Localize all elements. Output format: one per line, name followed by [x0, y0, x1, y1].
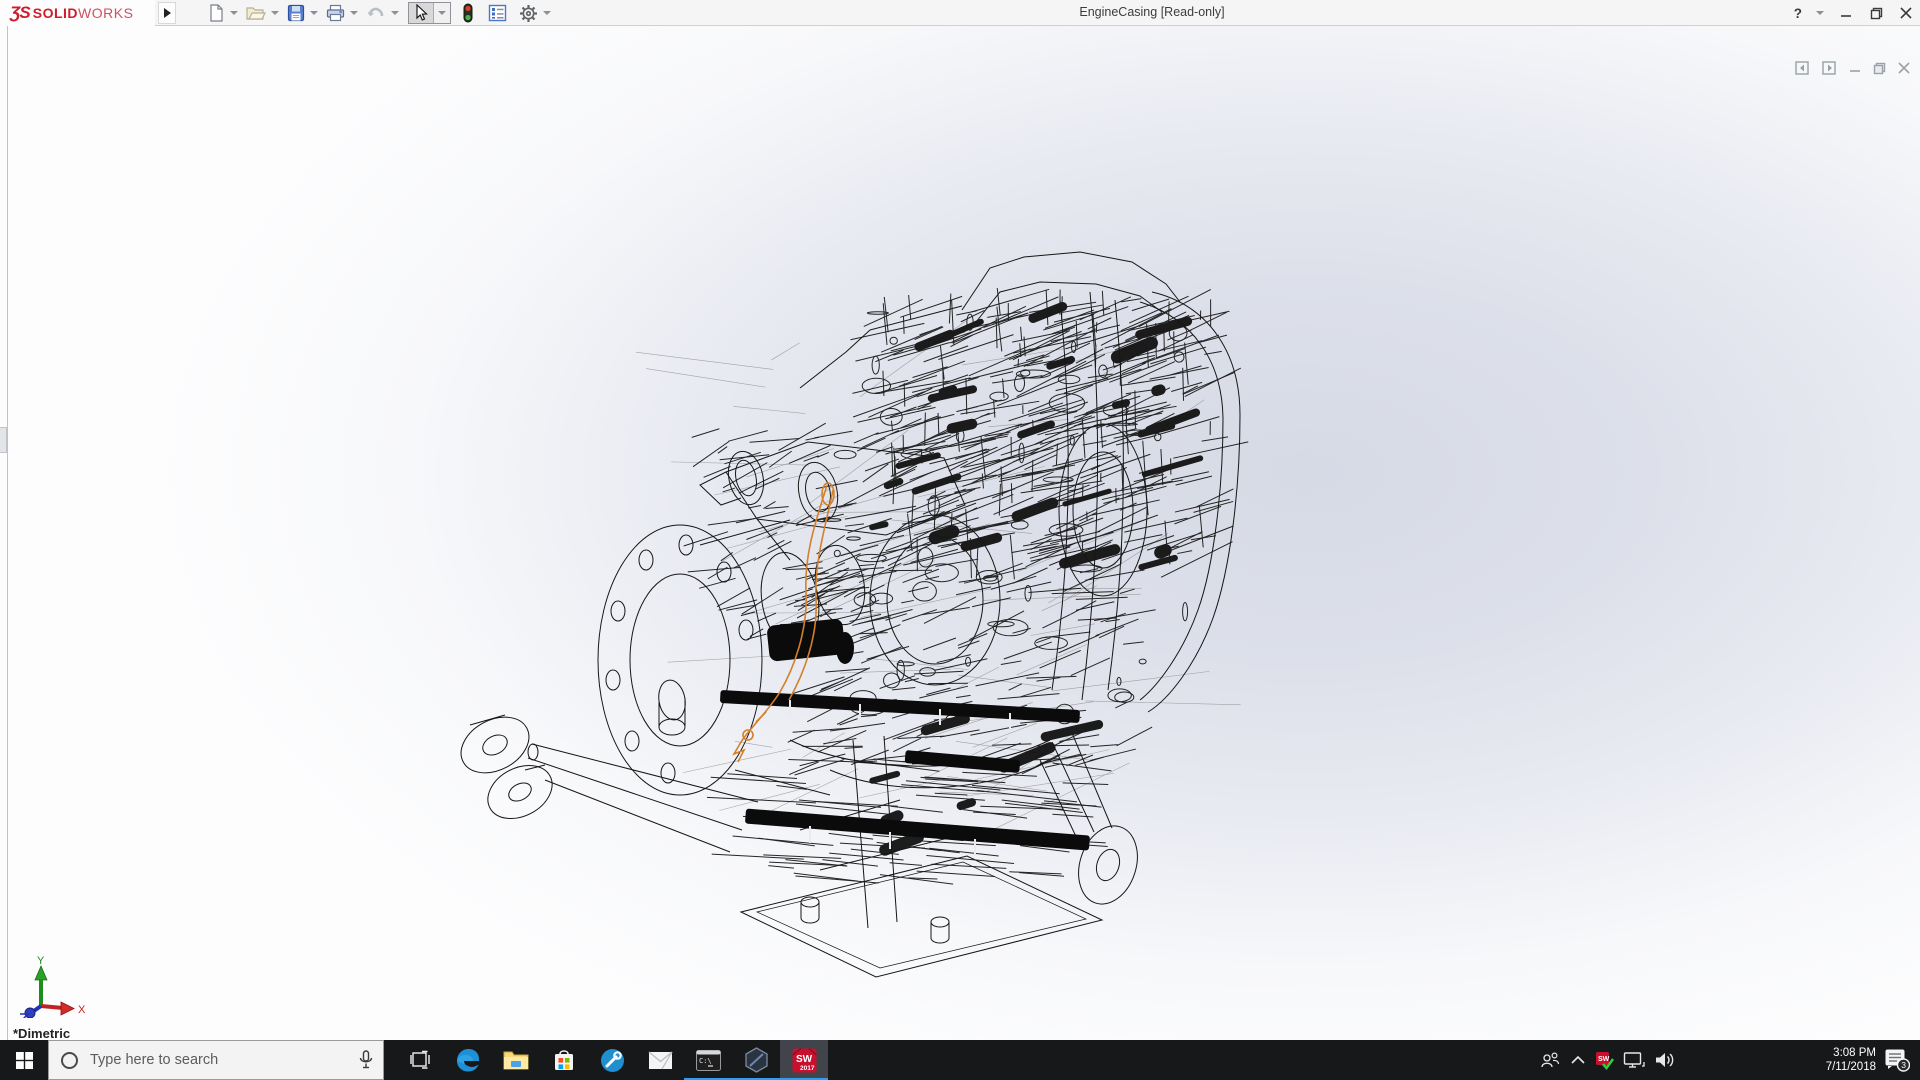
store-button[interactable]	[540, 1040, 588, 1080]
rebuild-button[interactable]	[460, 2, 476, 24]
svg-text:2017: 2017	[800, 1065, 815, 1072]
taskbar-clock[interactable]: 3:08 PM 7/11/2018	[1804, 1040, 1878, 1080]
restore-button[interactable]	[1868, 5, 1884, 21]
doc-restore-button[interactable]	[1873, 62, 1886, 75]
tray-expand-chevron-icon[interactable]	[1570, 1055, 1586, 1065]
close-icon	[1900, 7, 1912, 19]
select-tool-dropdown[interactable]	[434, 2, 450, 24]
microphone-icon[interactable]	[359, 1050, 373, 1070]
hexagon-app-button[interactable]	[732, 1040, 780, 1080]
taskbar: Type here to search	[0, 1040, 1920, 1080]
network-icon[interactable]	[1623, 1051, 1645, 1069]
file-properties-icon	[488, 4, 507, 22]
volume-icon[interactable]	[1654, 1051, 1676, 1069]
svg-text:C:\: C:\	[699, 1057, 712, 1065]
people-icon[interactable]	[1539, 1051, 1561, 1069]
roll-right-button[interactable]	[1822, 61, 1837, 75]
wireframe-model[interactable]	[0, 26, 1920, 1040]
mail-button[interactable]	[636, 1040, 684, 1080]
file-explorer-icon	[503, 1049, 529, 1071]
command-prompt-icon: C:\	[696, 1050, 721, 1071]
wrench-circle-icon	[600, 1048, 625, 1073]
solidworks-app-icon: SW 2017	[791, 1047, 818, 1074]
triad-x-label: X	[78, 1004, 86, 1016]
file-explorer-button[interactable]	[492, 1040, 540, 1080]
svg-text:SW: SW	[1598, 1056, 1610, 1063]
task-view-button[interactable]	[396, 1040, 444, 1080]
options-gear-icon	[519, 4, 538, 23]
cortana-icon	[61, 1052, 78, 1069]
open-folder-icon	[246, 4, 266, 22]
document-window-controls	[1795, 58, 1910, 78]
reference-triad: Y X	[8, 938, 98, 1018]
minimize-button[interactable]	[1838, 5, 1854, 21]
undo-icon	[366, 4, 386, 22]
roll-left-button[interactable]	[1795, 61, 1810, 75]
flyout-arrow-icon	[164, 8, 171, 18]
options-button[interactable]	[517, 2, 540, 24]
undo-button[interactable]	[364, 2, 388, 24]
clock-time: 3:08 PM	[1833, 1046, 1876, 1060]
close-button[interactable]	[1898, 5, 1914, 21]
search-placeholder: Type here to search	[90, 1052, 359, 1068]
x-axis-arrow	[61, 1002, 74, 1015]
graphics-viewport[interactable]: Y X *Dimetric	[0, 26, 1920, 1040]
window-controls: ?	[1794, 0, 1914, 26]
notification-count-badge: 3	[1901, 1060, 1906, 1070]
help-dropdown-arrow[interactable]	[1816, 11, 1824, 15]
windows-logo-icon	[16, 1052, 33, 1069]
new-document-button[interactable]	[205, 2, 227, 24]
dropdown-arrow[interactable]	[271, 11, 279, 15]
help-button[interactable]: ?	[1794, 6, 1802, 21]
view-orientation-label: *Dimetric	[13, 1026, 70, 1041]
select-tool-button[interactable]	[409, 3, 434, 23]
dropdown-arrow[interactable]	[350, 11, 358, 15]
print-icon	[326, 4, 345, 22]
settings-tool-button[interactable]	[588, 1040, 636, 1080]
dropdown-arrow[interactable]	[391, 11, 399, 15]
menu-flyout-button[interactable]	[158, 2, 176, 24]
command-prompt-button[interactable]: C:\	[684, 1040, 732, 1080]
file-properties-button[interactable]	[486, 2, 509, 24]
new-document-icon	[207, 4, 225, 22]
y-axis-arrow	[35, 966, 47, 980]
quick-access-toolbar	[205, 1, 557, 25]
open-button[interactable]	[244, 2, 268, 24]
clock-date: 7/11/2018	[1826, 1060, 1876, 1074]
select-tool-group	[408, 2, 451, 24]
task-view-icon	[409, 1050, 431, 1070]
save-button[interactable]	[285, 2, 307, 24]
dropdown-arrow[interactable]	[543, 11, 551, 15]
doc-minimize-button[interactable]	[1849, 62, 1861, 74]
hexagon-app-icon	[744, 1047, 769, 1073]
action-center-icon: 3	[1884, 1048, 1910, 1072]
solidworks-logo: ƷS SOLIDWORKS	[0, 0, 155, 26]
svg-text:SW: SW	[796, 1054, 813, 1065]
edge-button[interactable]	[444, 1040, 492, 1080]
solidworks-app-button[interactable]: SW 2017	[780, 1040, 828, 1080]
start-button[interactable]	[0, 1040, 48, 1080]
dropdown-arrow[interactable]	[230, 11, 238, 15]
dropdown-arrow	[438, 11, 446, 15]
doc-close-button[interactable]	[1898, 62, 1910, 74]
mail-icon	[648, 1051, 673, 1070]
solidworks-monitor-icon[interactable]: SW	[1595, 1051, 1614, 1070]
store-icon	[552, 1048, 576, 1072]
rebuild-traffic-light-icon	[462, 3, 474, 23]
restore-icon	[1870, 7, 1883, 20]
save-icon	[287, 4, 305, 22]
select-cursor-icon	[413, 4, 429, 22]
action-center-button[interactable]: 3	[1878, 1040, 1916, 1080]
print-button[interactable]	[324, 2, 347, 24]
edge-icon	[455, 1047, 481, 1073]
ds-logo-icon: ƷS	[10, 3, 30, 23]
title-bar: ƷS SOLIDWORKS	[0, 0, 1920, 26]
taskbar-search[interactable]: Type here to search	[48, 1040, 384, 1080]
dropdown-arrow[interactable]	[310, 11, 318, 15]
system-tray: SW	[1539, 1040, 1676, 1080]
document-title: EngineCasing [Read-only]	[1079, 5, 1224, 19]
minimize-icon	[1840, 7, 1852, 19]
